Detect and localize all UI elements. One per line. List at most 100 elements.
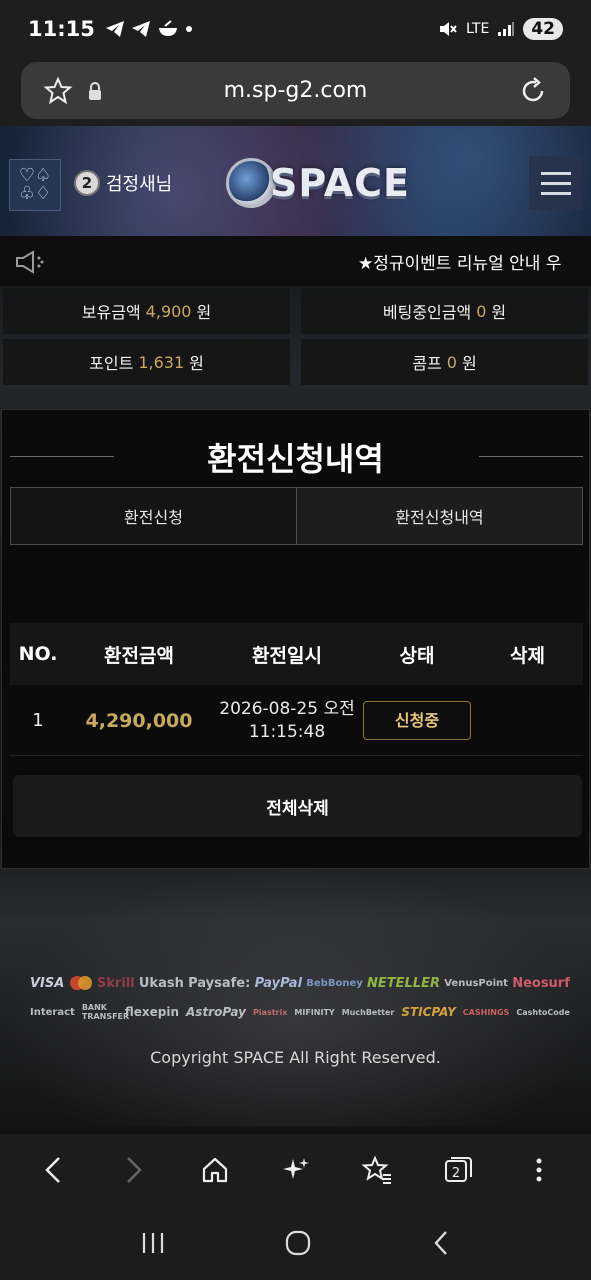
comp-balance: 콤프 0 원	[301, 339, 588, 385]
holdings-balance: 보유금액 4,900 원	[3, 288, 290, 334]
astropay-logo: AstroPay	[186, 1005, 246, 1019]
table-header: NO. 환전금액 환전일시 상태 삭제	[10, 623, 583, 685]
row-date-line2: 11:15:48	[248, 721, 326, 742]
reload-icon[interactable]	[518, 76, 548, 106]
card-suits-button[interactable]: ♡♤ ♧♢	[9, 159, 61, 211]
interact-logo: Interact	[30, 1006, 75, 1018]
holdings-label: 보유금액	[81, 303, 141, 322]
betting-balance: 베팅중인금액 0 원	[301, 288, 588, 334]
skrill-logo: Skrill	[96, 975, 135, 991]
row-amount: 4,290,000	[85, 709, 193, 732]
piastrix-logo: Piastrix	[252, 1007, 288, 1017]
cashtocode-logo: CashtoCode	[516, 1007, 570, 1017]
neteller-logo: NETELLER	[367, 975, 440, 991]
venuspoint-logo: VenusPoint	[444, 977, 508, 989]
telegram-icon	[131, 21, 150, 37]
megaphone-icon	[16, 250, 44, 274]
signal-icon	[498, 22, 515, 36]
row-no: 1	[32, 710, 44, 731]
home-button[interactable]	[195, 1150, 235, 1190]
tabs-button[interactable]: 2	[438, 1150, 478, 1190]
ukash-logo: Ukash	[138, 975, 184, 991]
comp-label: 콤프	[412, 354, 442, 373]
site-logo[interactable]: SPACE	[226, 158, 410, 208]
status-bar: 11:15 LTE 42	[0, 0, 591, 58]
back-button[interactable]	[33, 1150, 73, 1190]
status-right: LTE 42	[438, 18, 563, 40]
row-status-cell: 신청중	[362, 701, 472, 740]
flexepin-logo: flexepin	[124, 1005, 179, 1019]
mute-icon	[440, 22, 457, 36]
muchbetter-logo: MuchBetter	[341, 1007, 395, 1017]
card-suits-icon: ♡♤ ♧♢	[18, 165, 52, 204]
paysafe-logo: Paysafe:	[188, 975, 251, 991]
logo-text: SPACE	[270, 161, 410, 205]
more-options-button[interactable]	[519, 1150, 559, 1190]
url-text: m.sp-g2.com	[223, 78, 368, 103]
hamburger-menu-button[interactable]	[529, 156, 583, 210]
back-arrow-icon	[44, 1157, 60, 1183]
network-type: LTE	[466, 21, 490, 37]
exchange-tabs: 환전신청 환전신청내역	[10, 487, 583, 545]
bowl-icon	[158, 20, 177, 36]
forward-button[interactable]	[114, 1150, 154, 1190]
browser-toolbar: m.sp-g2.com	[0, 58, 591, 126]
notice-bar: ★정규이벤트 리뉴얼 안내 우	[0, 236, 591, 286]
betting-unit: 원	[491, 303, 507, 322]
status-badge: 신청중	[363, 701, 471, 740]
user-info[interactable]: 2 검정새님	[74, 170, 172, 196]
col-amount: 환전금액	[104, 644, 174, 667]
row-date-line1: 2026-08-25 오전	[219, 698, 355, 719]
holdings-unit: 원	[196, 303, 212, 322]
holdings-value: 4,900	[145, 301, 192, 321]
bebboney-logo: BebBoney	[306, 977, 363, 989]
sparkle-icon	[282, 1158, 309, 1179]
status-time: 11:15	[28, 17, 95, 41]
points-label: 포인트	[89, 354, 134, 373]
mifinity-logo: MIFINITY	[294, 1007, 335, 1017]
system-nav-bar	[0, 1206, 591, 1280]
bank-transfer-logo: BANK TRANSFER	[81, 1003, 130, 1021]
delete-all-button[interactable]: 전체삭제	[13, 775, 582, 837]
site-header: ♡♤ ♧♢ 2 검정새님 SPACE	[0, 126, 591, 236]
home-circle-icon[interactable]	[283, 1228, 313, 1258]
level-badge: 2	[74, 170, 100, 196]
tab-exchange-history[interactable]: 환전신청내역	[297, 488, 582, 544]
col-status: 상태	[399, 644, 435, 667]
title-divider-right	[479, 456, 583, 457]
ai-sparkle-button[interactable]	[276, 1150, 316, 1190]
bookmarks-star-icon	[360, 1155, 391, 1184]
exchange-history-panel: 환전신청내역 환전신청 환전신청내역 NO. 환전금액 환전일시 상태 삭제 1…	[1, 409, 590, 869]
recent-apps-icon[interactable]	[138, 1230, 168, 1256]
svg-text:2: 2	[451, 1166, 459, 1181]
neosurf-logo: Neosurf	[512, 975, 570, 991]
payment-logos-row-2: Interact BANK TRANSFER flexepin AstroPay…	[30, 1003, 570, 1021]
more-vertical-icon	[536, 1158, 541, 1182]
payment-logos-row-1: VISA Skrill Ukash Paysafe: PayPal BebBon…	[30, 975, 570, 991]
home-icon	[202, 1157, 227, 1183]
astronaut-helmet-icon	[226, 158, 276, 208]
col-date: 환전일시	[252, 644, 322, 667]
notification-icons	[105, 20, 193, 38]
visa-logo: VISA	[30, 975, 65, 991]
betting-value: 0	[476, 301, 487, 321]
notice-text[interactable]: ★정규이벤트 리뉴얼 안내 우	[358, 249, 568, 274]
sticpay-logo: STICPAY	[401, 1005, 456, 1019]
points-balance: 포인트 1,631 원	[3, 339, 290, 385]
col-no: NO.	[18, 643, 58, 665]
bookmarks-button[interactable]	[357, 1150, 397, 1190]
mastercard-logo-icon	[69, 976, 92, 990]
address-bar[interactable]: m.sp-g2.com	[21, 62, 570, 119]
system-back-icon[interactable]	[429, 1228, 453, 1258]
dot-icon	[185, 26, 192, 32]
comp-unit: 원	[461, 354, 477, 373]
telegram-icon	[105, 21, 124, 37]
browser-bottom-nav: 2	[0, 1134, 591, 1206]
page-title: 환전신청내역	[207, 440, 384, 478]
cashings-logo: CASHINGS	[462, 1007, 510, 1017]
points-unit: 원	[189, 354, 204, 373]
username: 검정새님	[106, 174, 173, 195]
col-delete: 삭제	[510, 644, 545, 667]
tab-exchange-request[interactable]: 환전신청	[11, 488, 297, 544]
tabs-icon: 2	[444, 1157, 472, 1182]
